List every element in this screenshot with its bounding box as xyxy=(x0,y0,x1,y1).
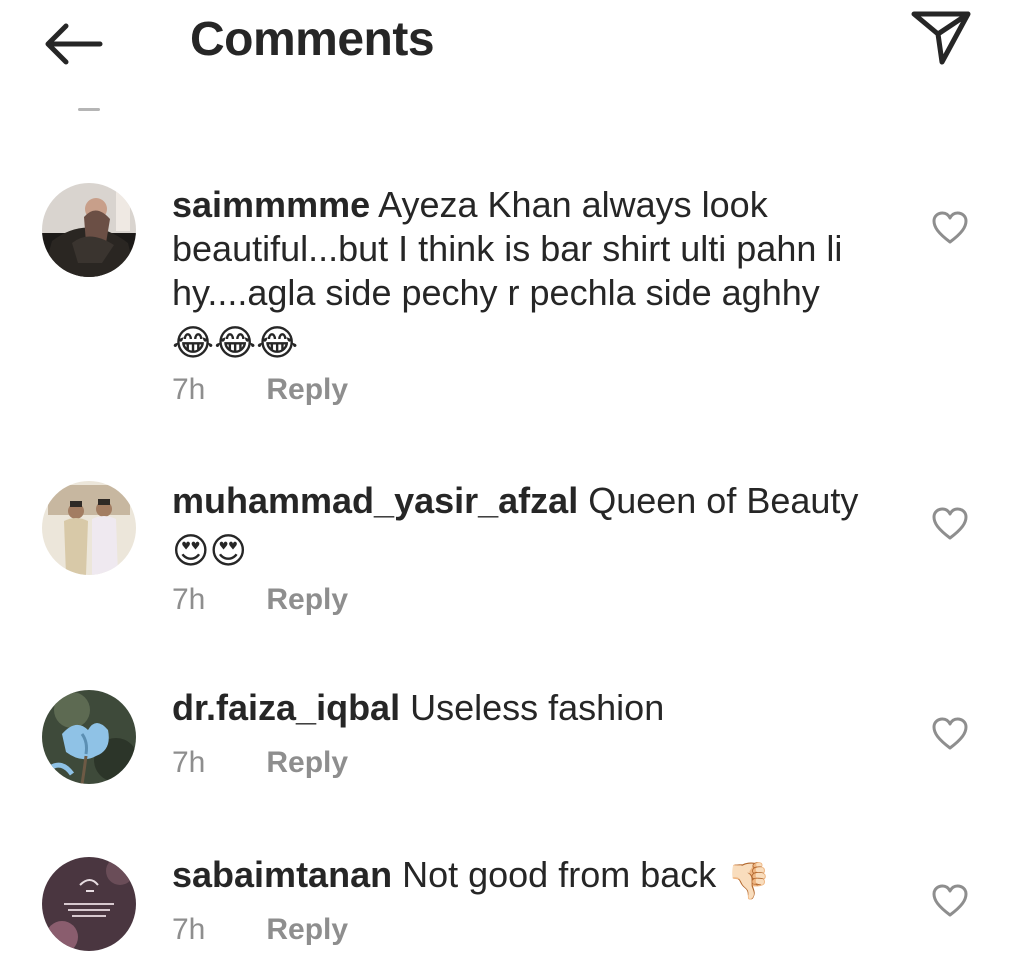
profile-photo xyxy=(42,183,136,277)
comment-username[interactable]: sabaimtanan xyxy=(172,854,392,895)
comment-text: Useless fashion xyxy=(410,687,665,728)
paper-plane-icon xyxy=(911,11,971,65)
heart-outline-icon xyxy=(932,884,968,917)
like-button[interactable] xyxy=(930,208,970,248)
avatar[interactable] xyxy=(42,183,136,277)
avatar[interactable] xyxy=(42,690,136,784)
heart-outline-icon xyxy=(932,717,968,750)
comment-meta: 7h Reply xyxy=(172,373,348,407)
profile-photo xyxy=(42,690,136,784)
back-button[interactable] xyxy=(38,18,108,70)
comment-text: Queen of Beauty xyxy=(588,480,859,521)
comment-time: 7h xyxy=(172,913,206,946)
comment-body: muhammad_yasir_afzal Queen of Beauty 😍😍 xyxy=(172,479,892,573)
scroll-indicator xyxy=(78,108,100,111)
heart-outline-icon xyxy=(932,507,968,540)
page-title: Comments xyxy=(190,13,435,66)
reply-button[interactable]: Reply xyxy=(266,746,348,779)
comment-username[interactable]: muhammad_yasir_afzal xyxy=(172,480,578,521)
profile-photo xyxy=(42,857,136,951)
comment-time: 7h xyxy=(172,583,206,616)
comment-time: 7h xyxy=(172,373,206,406)
avatar[interactable] xyxy=(42,857,136,951)
reply-button[interactable]: Reply xyxy=(266,583,348,616)
heart-outline-icon xyxy=(932,211,968,244)
comment-meta: 7h Reply xyxy=(172,913,348,947)
like-button[interactable] xyxy=(930,714,970,754)
comment-body: dr.faiza_iqbal Useless fashion xyxy=(172,686,892,730)
arrow-left-icon xyxy=(45,23,103,65)
comment-meta: 7h Reply xyxy=(172,746,348,780)
comment-emojis: 😂😂😂 xyxy=(172,322,299,363)
reply-button[interactable]: Reply xyxy=(266,373,348,406)
share-button[interactable] xyxy=(908,8,974,68)
comment-text: Not good from back xyxy=(402,854,717,895)
avatar[interactable] xyxy=(42,481,136,575)
comment-emojis: 😍😍 xyxy=(172,530,248,571)
comment-body: sabaimtanan Not good from back 👎🏻 xyxy=(172,853,892,903)
comment-meta: 7h Reply xyxy=(172,583,348,617)
like-button[interactable] xyxy=(930,881,970,921)
like-button[interactable] xyxy=(930,504,970,544)
comment-username[interactable]: dr.faiza_iqbal xyxy=(172,687,400,728)
comment-time: 7h xyxy=(172,746,206,779)
comment-username[interactable]: saimmmme xyxy=(172,184,370,225)
profile-photo xyxy=(42,481,136,575)
comments-screen: Comments saimmmme Ayeza Khan always look… xyxy=(0,0,1024,964)
top-bar: Comments xyxy=(0,0,1024,90)
comment-emojis: 👎🏻 xyxy=(726,860,772,901)
comment-body: saimmmme Ayeza Khan always look beautifu… xyxy=(172,183,892,365)
reply-button[interactable]: Reply xyxy=(266,913,348,946)
